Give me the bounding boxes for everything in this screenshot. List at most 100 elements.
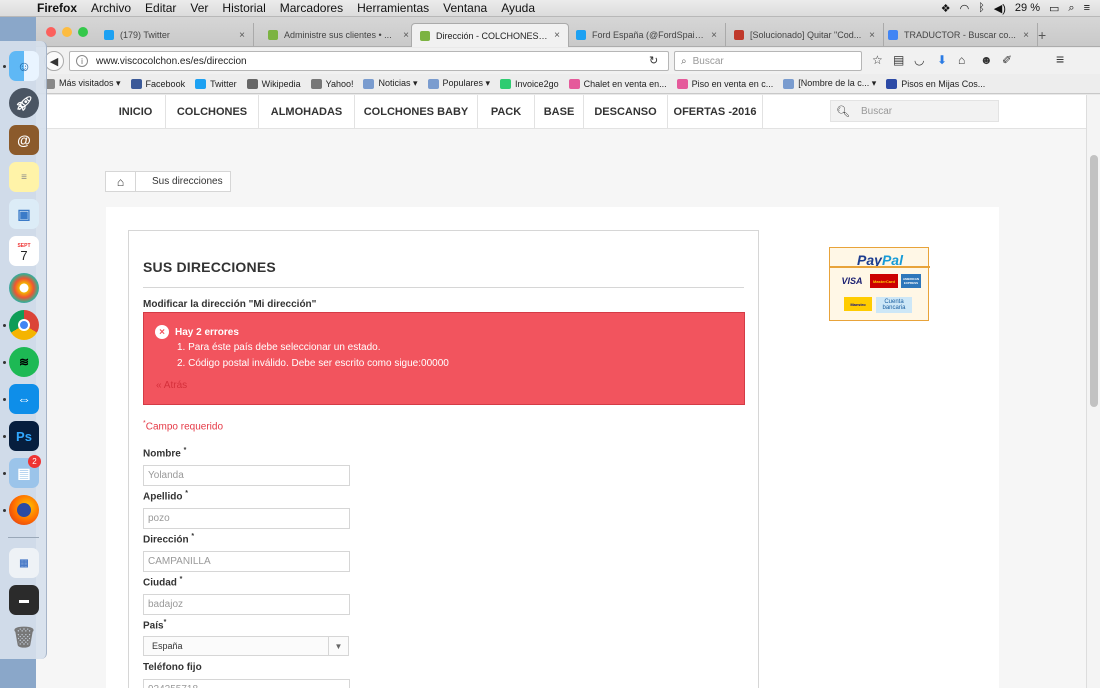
hamburger-menu-icon[interactable]: ≡ (1056, 51, 1064, 67)
menu-archivo[interactable]: Archivo (84, 1, 138, 15)
browser-tab[interactable]: TRADUCTOR - Buscar co... × (880, 23, 1038, 47)
telefono-input[interactable]: 924255718 (143, 679, 350, 688)
close-tab-icon[interactable]: × (239, 30, 245, 41)
url-text: www.viscocolchon.es/es/direccion (96, 55, 247, 67)
extension-icon[interactable]: ☻ (980, 53, 993, 67)
menu-ayuda[interactable]: Ayuda (494, 1, 542, 15)
download-icon[interactable]: ⬇ (937, 53, 947, 67)
pocket-icon[interactable]: ◡ (914, 53, 924, 67)
battery-text[interactable]: 29 % (1015, 2, 1040, 14)
back-button-icon[interactable]: ◀ (44, 51, 64, 71)
search-icon[interactable]: ⌕ (1068, 2, 1074, 15)
browser-tab[interactable]: [Solucionado] Quitar "Cod... × (726, 23, 884, 47)
preview-icon[interactable]: ▣ (9, 199, 39, 229)
finder-icon[interactable]: ☺ (9, 51, 39, 81)
menu-historial[interactable]: Historial (215, 1, 272, 15)
translate-icon[interactable]: ✐ (1002, 53, 1012, 67)
battery-icon[interactable]: ▭ (1049, 2, 1059, 15)
site-info-icon[interactable]: i (76, 55, 88, 67)
close-tab-icon[interactable]: × (554, 30, 560, 41)
close-tab-icon[interactable]: × (711, 30, 717, 41)
menu-herramientas[interactable]: Herramientas (350, 1, 436, 15)
bookmark-item[interactable]: [Nombre de la c... ▾ (783, 78, 876, 89)
bookmark-item[interactable]: Más visitados ▾ (44, 78, 121, 89)
reload-icon[interactable]: ↻ (649, 54, 658, 67)
ciudad-input[interactable]: badajoz (143, 594, 350, 615)
firefox-icon[interactable] (9, 495, 39, 525)
nav-item[interactable]: ALMOHADAS (259, 95, 355, 129)
menu-ver[interactable]: Ver (183, 1, 215, 15)
close-tab-icon[interactable]: × (1023, 30, 1029, 41)
close-window-icon[interactable] (46, 27, 56, 37)
close-tab-icon[interactable]: × (403, 30, 409, 41)
direccion-input[interactable]: CAMPANILLA (143, 551, 350, 572)
browser-tab[interactable]: Dirección - COLCHONES ... × (411, 23, 569, 47)
page-scrollbar[interactable] (1086, 95, 1100, 688)
calendar-icon[interactable]: SEPT 7 (9, 236, 39, 266)
volume-icon[interactable]: ◀) (994, 2, 1006, 15)
nav-item[interactable]: INICIO (106, 95, 166, 129)
menu-editar[interactable]: Editar (138, 1, 183, 15)
back-link[interactable]: « Atrás (156, 380, 187, 391)
browser-window: (179) Twitter × Administre sus clientes • … (36, 17, 1100, 688)
nav-item[interactable]: PACK (478, 95, 535, 129)
bookmark-item[interactable]: Pisos en Mijas Cos... (886, 78, 985, 89)
nombre-input[interactable]: Yolanda (143, 465, 350, 486)
bookmark-item[interactable]: Wikipedia (246, 78, 301, 89)
reading-list-icon[interactable]: ▤ (893, 53, 904, 67)
nav-item[interactable]: DESCANSO (584, 95, 668, 129)
url-bar[interactable]: i www.viscocolchon.es/es/direccion (69, 51, 669, 71)
nav-item[interactable]: BASE (535, 95, 584, 129)
apellido-input[interactable]: pozo (143, 508, 350, 529)
bookmark-item[interactable]: Piso en venta en c... (676, 78, 773, 89)
home-icon[interactable]: ⌂ (958, 53, 965, 67)
trash-icon[interactable]: 🗑︎ (9, 622, 39, 652)
chrome-icon[interactable] (9, 310, 39, 340)
dropbox-icon[interactable]: ❖ (941, 2, 951, 15)
photoshop-icon[interactable]: Ps (9, 421, 39, 451)
close-tab-icon[interactable]: × (869, 30, 875, 41)
site-search-input[interactable]: 🔍︎ Buscar (830, 100, 999, 122)
launchpad-icon[interactable]: 🚀︎ (9, 88, 39, 118)
bluetooth-icon[interactable]: ᛒ (978, 2, 985, 14)
teamviewer-icon[interactable]: ⇔ (9, 384, 39, 414)
ciudad-label-text: Ciudad (143, 577, 177, 589)
menu-ventana[interactable]: Ventana (436, 1, 494, 15)
photos-icon[interactable] (9, 273, 39, 303)
browser-tab[interactable]: Ford España (@FordSpain... × (568, 23, 726, 47)
bookmark-item[interactable]: Chalet en venta en... (568, 78, 667, 89)
home-icon[interactable]: ⌂ (106, 172, 136, 191)
browser-search-input[interactable]: ⌕ Buscar (674, 51, 862, 71)
mastercard-icon: MasterCard (870, 274, 898, 288)
spotify-icon[interactable]: ≋ (9, 347, 39, 377)
nav-item[interactable]: COLCHONES (166, 95, 259, 129)
bookmark-star-icon[interactable]: ☆ (872, 53, 883, 67)
running-indicator (3, 509, 6, 512)
screenshot-icon[interactable]: ▦ (9, 548, 39, 578)
site-search-icon[interactable]: 🔍︎ (831, 105, 855, 118)
nav-item[interactable]: COLCHONES BABY (355, 95, 478, 129)
nav-item[interactable]: OFERTAS -2016 (668, 95, 763, 129)
bookmark-item[interactable]: Invoice2go (500, 78, 559, 89)
site-navigation: INICIO COLCHONES ALMOHADAS COLCHONES BABY PA… (36, 95, 1086, 129)
country-select[interactable]: España ▼ (143, 636, 349, 656)
wifi-icon[interactable]: ◠ (960, 2, 970, 15)
browser-tab[interactable]: Administre sus clientes • ... × (260, 23, 418, 47)
menu-marcadores[interactable]: Marcadores (273, 1, 350, 15)
notes-icon[interactable]: ≡ (9, 162, 39, 192)
zoom-window-icon[interactable] (78, 27, 88, 37)
browser-tab[interactable]: (179) Twitter × (96, 23, 254, 47)
bookmark-item[interactable]: Yahoo! (310, 78, 353, 89)
list-icon[interactable]: ≡ (1084, 2, 1090, 14)
new-tab-icon[interactable]: + (1038, 27, 1046, 43)
bookmark-item[interactable]: Twitter (195, 78, 237, 89)
scrollbar-thumb[interactable] (1090, 155, 1098, 407)
bookmark-item[interactable]: Noticias ▾ (363, 78, 418, 89)
bookmark-item[interactable]: Facebook (130, 78, 185, 89)
printer-icon[interactable]: ▬ (9, 585, 39, 615)
menu-app-name[interactable]: Firefox (30, 1, 84, 15)
idealista-icon (676, 78, 688, 89)
bookmark-item[interactable]: Populares ▾ (427, 78, 490, 89)
contacts-icon[interactable]: @ (9, 125, 39, 155)
minimize-window-icon[interactable] (62, 27, 72, 37)
